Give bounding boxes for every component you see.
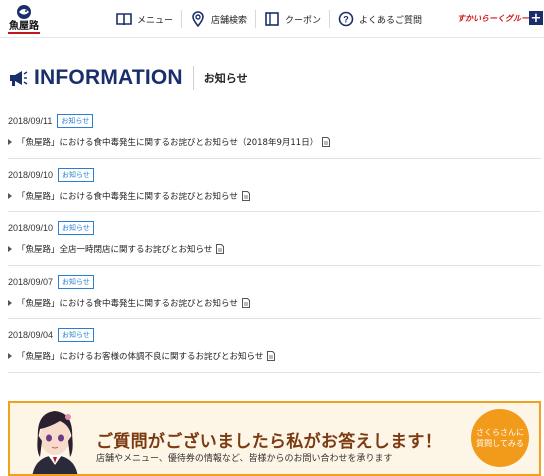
news-item: 2018/09/07 お知らせ 「魚屋路」における食中毒発生に関するお詫びとお知… bbox=[8, 266, 541, 319]
news-category-badge: お知らせ bbox=[58, 328, 94, 342]
nav-coupon-label: クーポン bbox=[285, 15, 322, 26]
sakura-avatar bbox=[32, 411, 78, 474]
news-link[interactable]: 「魚屋路」における食中毒発生に関するお詫びとお知らせ（2018年9月11日） bbox=[8, 136, 331, 148]
title-divider bbox=[192, 66, 194, 90]
megaphone-icon bbox=[10, 71, 28, 86]
banner-subtext: 店舗やメニュー、優待券の情報など、皆様からのお問い合わせを承ります bbox=[96, 454, 393, 464]
news-date: 2018/09/07 bbox=[8, 276, 54, 287]
arrow-right-icon bbox=[8, 139, 12, 145]
news-category-badge: お知らせ bbox=[57, 114, 94, 128]
chatbot-banner[interactable]: ご質問がございましたら私がお答えします！ 店舗やメニュー、優待券の情報など、皆様… bbox=[8, 401, 541, 476]
nav-store-search-label: 店舗検索 bbox=[211, 15, 248, 26]
site-header: 魚屋路 メニュー 店舗検索 クーポン ? よくあるご質問 すかいらーくグループ … bbox=[0, 0, 544, 38]
news-meta: 2018/09/07 お知らせ bbox=[8, 274, 94, 289]
news-title: 「魚屋路」全店一時閉店に関するお詫びとお知らせ bbox=[17, 245, 213, 255]
question-icon: ? bbox=[338, 11, 354, 27]
news-item: 2018/09/10 お知らせ 「魚屋路」全店一時閉店に関するお詫びとお知らせ bbox=[8, 212, 541, 266]
pdf-icon bbox=[241, 190, 250, 201]
news-item: 2018/09/11 お知らせ 「魚屋路」における食中毒発生に関するお詫びとお知… bbox=[8, 105, 541, 159]
nav-store-search[interactable]: 店舗検索 bbox=[181, 10, 255, 28]
news-date: 2018/09/11 bbox=[8, 116, 53, 126]
news-meta: 2018/09/04 お知らせ bbox=[8, 328, 94, 342]
expand-button[interactable]: + bbox=[529, 11, 543, 25]
group-logo-text: すかいらーくグループ bbox=[457, 13, 537, 23]
news-list: 2018/09/11 お知らせ 「魚屋路」における食中毒発生に関するお詫びとお知… bbox=[8, 105, 541, 373]
nav-coupon[interactable]: クーポン bbox=[255, 10, 329, 28]
news-title: 「魚屋路」における食中毒発生に関するお詫びとお知らせ bbox=[17, 191, 238, 202]
news-date: 2018/09/04 bbox=[8, 330, 54, 340]
svg-text:?: ? bbox=[343, 15, 349, 25]
news-category-badge: お知らせ bbox=[58, 274, 94, 289]
pdf-icon bbox=[322, 137, 331, 147]
nav-menu[interactable]: メニュー bbox=[108, 0, 181, 38]
news-link[interactable]: 「魚屋路」における食中毒発生に関するお詫びとお知らせ bbox=[8, 190, 250, 202]
news-meta: 2018/09/11 お知らせ bbox=[8, 114, 94, 128]
arrow-right-icon bbox=[8, 353, 12, 359]
news-meta: 2018/09/10 お知らせ bbox=[8, 167, 94, 182]
news-date: 2018/09/10 bbox=[8, 223, 54, 233]
pdf-icon bbox=[241, 297, 250, 308]
skylark-group-logo[interactable]: すかいらーくグループ bbox=[454, 9, 537, 27]
news-link[interactable]: 「魚屋路」全店一時閉店に関するお詫びとお知らせ bbox=[8, 243, 225, 255]
banner-headline: ご質問がございましたら私がお答えします！ bbox=[96, 432, 442, 452]
news-date: 2018/09/10 bbox=[8, 169, 54, 180]
news-link[interactable]: 「魚屋路」における食中毒発生に関するお詫びとお知らせ bbox=[8, 297, 250, 309]
ask-button-line1: さくらさんに bbox=[476, 428, 524, 437]
news-meta: 2018/09/10 お知らせ bbox=[8, 221, 94, 235]
ask-button-line2: 質問してみる bbox=[476, 439, 524, 448]
news-category-badge: お知らせ bbox=[58, 221, 94, 235]
nav-faq-label: よくあるご質問 bbox=[359, 15, 423, 26]
news-title: 「魚屋路」におけるお客様の体調不良に関するお詫びとお知らせ bbox=[17, 352, 264, 362]
nav-faq[interactable]: ? よくあるご質問 bbox=[329, 10, 430, 28]
news-title: 「魚屋路」における食中毒発生に関するお詫びとお知らせ（2018年9月11日） bbox=[17, 138, 319, 148]
arrow-right-icon bbox=[8, 192, 12, 199]
map-pin-icon bbox=[190, 11, 206, 27]
book-icon bbox=[116, 11, 132, 27]
pdf-icon bbox=[267, 351, 276, 361]
news-link[interactable]: 「魚屋路」におけるお客様の体調不良に関するお詫びとお知らせ bbox=[8, 350, 276, 362]
svg-text:魚屋路: 魚屋路 bbox=[9, 19, 40, 32]
nav-menu-label: メニュー bbox=[137, 15, 174, 26]
arrow-right-icon bbox=[8, 299, 12, 306]
uoya-michi-logo[interactable]: 魚屋路 bbox=[4, 3, 44, 36]
main-nav: メニュー 店舗検索 クーポン ? よくあるご質問 bbox=[108, 0, 430, 38]
title-english: INFORMATION bbox=[34, 66, 183, 89]
news-item: 2018/09/04 お知らせ 「魚屋路」におけるお客様の体調不良に関するお詫び… bbox=[8, 319, 541, 373]
page-title: INFORMATION お知らせ bbox=[8, 65, 248, 91]
news-title: 「魚屋路」における食中毒発生に関するお詫びとお知らせ bbox=[17, 298, 238, 309]
news-item: 2018/09/10 お知らせ 「魚屋路」における食中毒発生に関するお詫びとお知… bbox=[8, 159, 541, 212]
ask-sakura-button[interactable]: さくらさんに 質問してみる bbox=[471, 409, 529, 467]
news-category-badge: お知らせ bbox=[58, 167, 94, 182]
pdf-icon bbox=[216, 244, 225, 254]
title-japanese: お知らせ bbox=[203, 72, 248, 85]
coupon-icon bbox=[264, 11, 280, 27]
arrow-right-icon bbox=[8, 246, 12, 252]
